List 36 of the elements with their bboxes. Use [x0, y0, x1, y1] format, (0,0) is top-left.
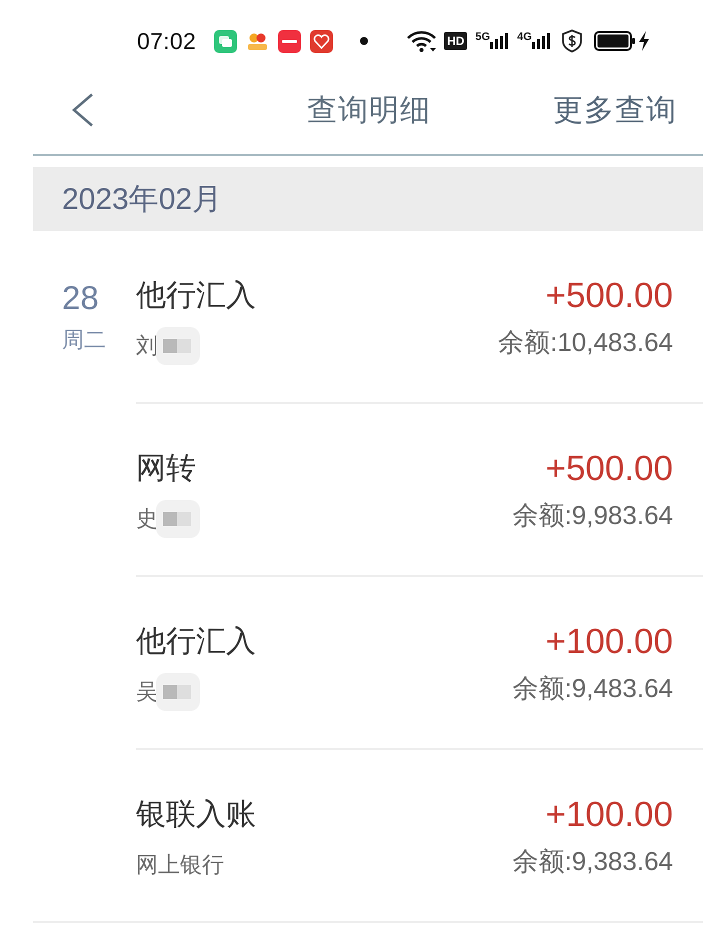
chat-app-icon [214, 30, 238, 52]
amount-text: +100.00 [546, 622, 673, 662]
weekday-label: 周二 [62, 326, 106, 354]
balance-text: 余额:9,383.64 [512, 845, 673, 877]
transaction-title: 他行汇入 [136, 278, 256, 314]
back-button[interactable] [71, 93, 94, 127]
network-label: 4G [517, 31, 532, 43]
page-title: 查询明细 [307, 92, 431, 128]
status-time: 07:02 [137, 28, 196, 54]
counterparty-name: 网上银行 [136, 851, 224, 879]
amount-text: +500.00 [546, 449, 673, 489]
counterparty-name: 吴 [136, 678, 158, 706]
network-label: 5G [475, 31, 490, 43]
balance-text: 余额:9,983.64 [512, 499, 673, 531]
shield-dollar-icon [560, 29, 583, 53]
chevron-left-icon [71, 93, 94, 127]
hd-badge: HD [444, 32, 468, 50]
amount-text: +500.00 [546, 276, 673, 316]
balance-text: 余额:10,483.64 [498, 326, 673, 358]
app-logo-icon [278, 30, 302, 52]
day-number: 28 [62, 279, 99, 317]
signal-bars-icon [532, 33, 550, 49]
charging-bolt-icon [638, 31, 650, 51]
heart-app-icon [310, 30, 334, 52]
signal-bars-icon [490, 33, 508, 49]
transaction-title: 他行汇入 [136, 624, 256, 660]
transaction-title: 银联入账 [136, 797, 256, 833]
counterparty-name: 史 [136, 505, 158, 533]
month-label: 2023年02月 [62, 182, 222, 218]
transaction-title: 网转 [136, 451, 196, 487]
balance-text: 余额:9,483.64 [512, 672, 673, 704]
notification-dot-icon [360, 37, 368, 45]
amount-text: +100.00 [546, 795, 673, 835]
wifi-icon [406, 30, 438, 52]
battery-icon [594, 31, 635, 51]
more-query-button[interactable]: 更多查询 [553, 90, 677, 130]
